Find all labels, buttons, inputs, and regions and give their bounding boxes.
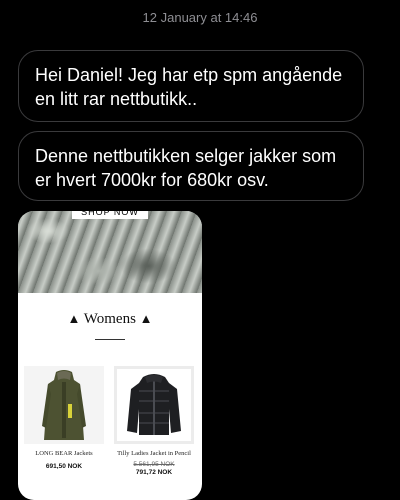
green-parka-icon bbox=[42, 370, 86, 440]
product-card-tilly: Tilly Ladies Jacket in Pencil 5.561,95 N… bbox=[114, 366, 194, 476]
section-title-text: Womens bbox=[83, 311, 136, 327]
product-old-price: 5.561,95 NOK bbox=[133, 461, 175, 468]
product-name: Tilly Ladies Jacket in Pencil bbox=[117, 450, 191, 457]
triangle-right-icon: ▲ bbox=[139, 311, 153, 326]
product-name: LONG BEAR Jackets bbox=[35, 450, 93, 457]
black-puffer-jacket-icon bbox=[127, 374, 181, 435]
section-heading: ▲ Womens ▲ bbox=[18, 311, 202, 328]
product-price: 791,72 NOK bbox=[135, 469, 173, 476]
product-image-black-puffer bbox=[114, 366, 194, 444]
product-price: 691,50 NOK bbox=[45, 463, 83, 470]
message-bubble-2[interactable]: Denne nettbutikken selger jakker som er … bbox=[18, 131, 364, 201]
shared-screenshot-image[interactable]: SHOP NOW ▲ Womens ▲ LONG BEAR Jackets 69… bbox=[18, 211, 202, 500]
shop-now-button: SHOP NOW bbox=[72, 211, 148, 219]
triangle-left-icon: ▲ bbox=[67, 311, 81, 326]
hero-banner-image: SHOP NOW bbox=[18, 211, 202, 293]
section-divider bbox=[95, 339, 125, 340]
message-bubble-1[interactable]: Hei Daniel! Jeg har etp spm angående en … bbox=[18, 50, 364, 122]
product-card-long-bear: LONG BEAR Jackets 691,50 NOK bbox=[24, 366, 104, 470]
product-image-green-parka bbox=[24, 366, 104, 444]
message-timestamp: 12 January at 14:46 bbox=[142, 10, 258, 25]
